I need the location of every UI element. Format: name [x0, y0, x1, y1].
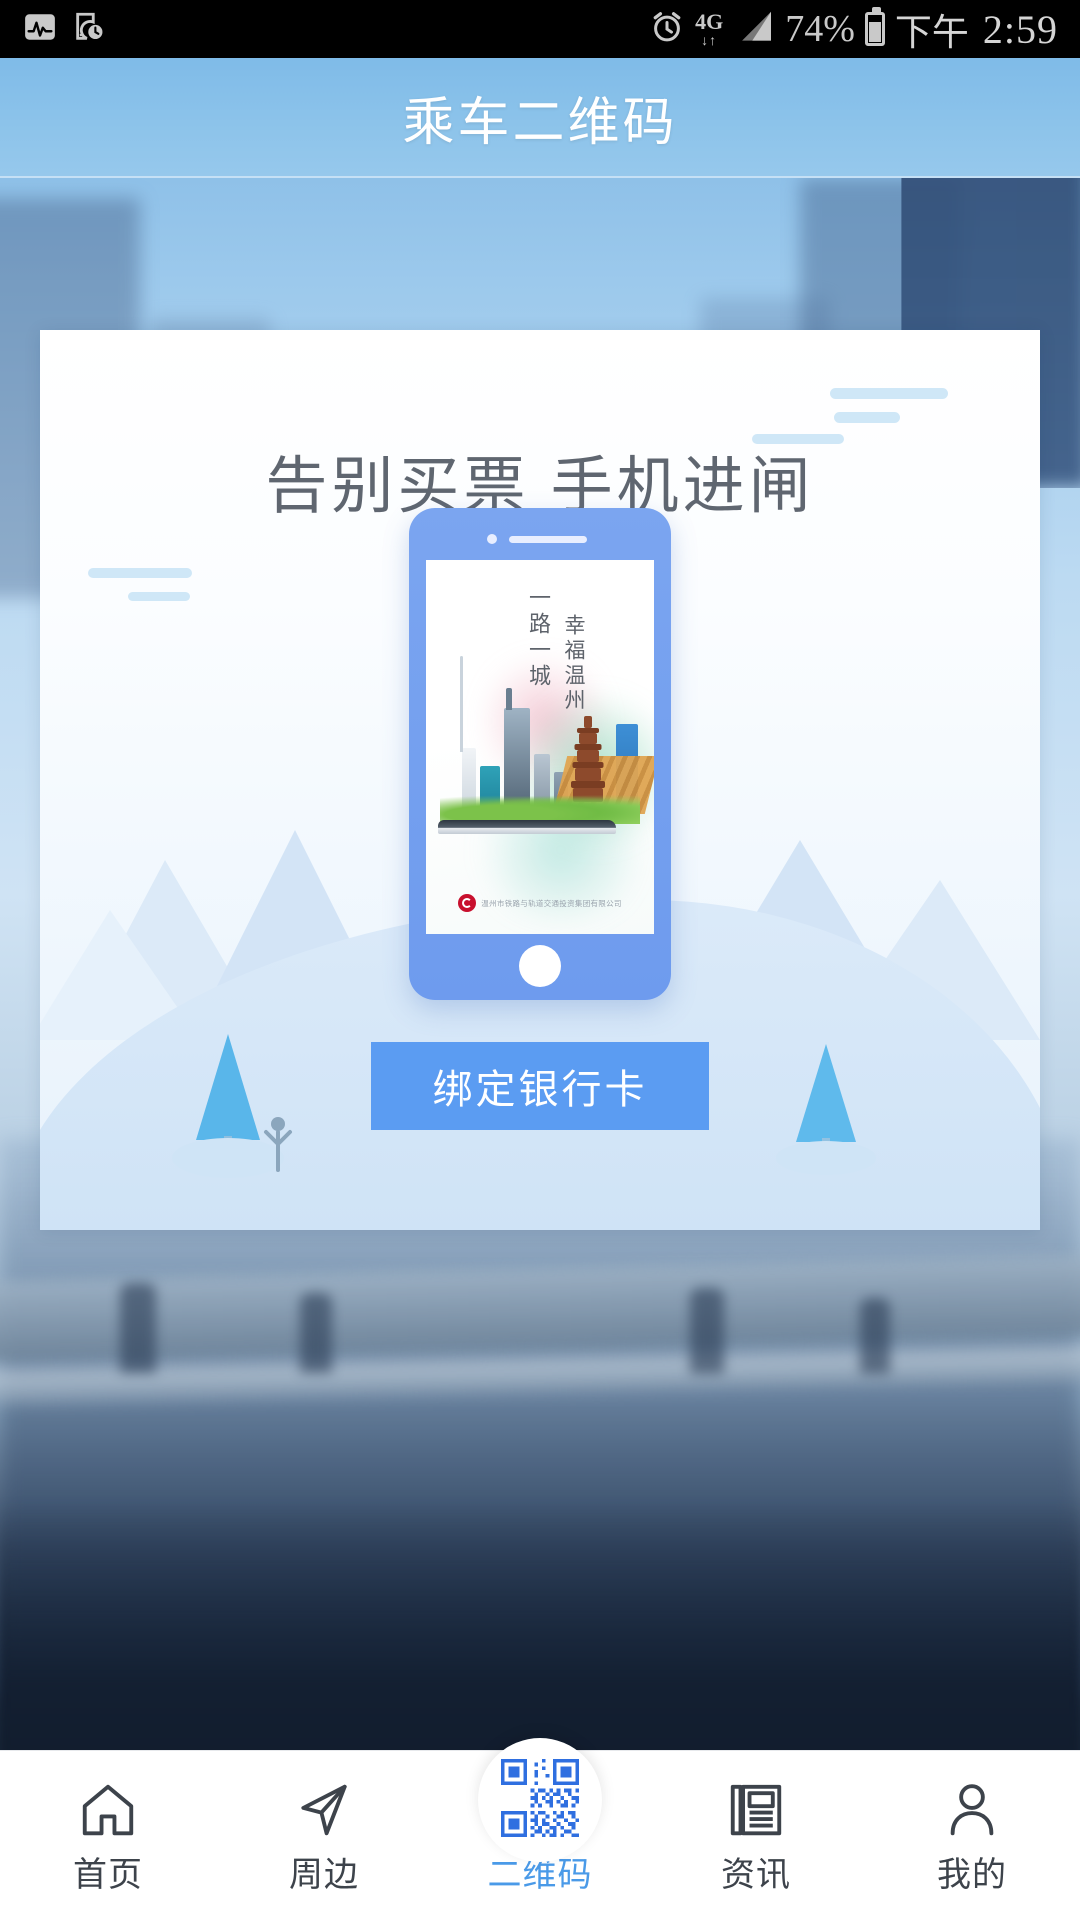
signal-bars-icon [733, 10, 775, 49]
paper-plane-icon [293, 1779, 355, 1841]
tab-profile-label: 我的 [937, 1856, 1007, 1894]
tab-news[interactable]: 资讯 [648, 1751, 864, 1920]
clock-time-label: 2:59 [982, 6, 1058, 52]
bg-person [860, 1298, 890, 1374]
news-icon [725, 1779, 787, 1841]
tab-nearby[interactable]: 周边 [216, 1751, 432, 1920]
app-root: 4G ↓↑ 74% 下午 2:59 乘车二维码 告别买票 手机进闸 一路一城 幸… [0, 0, 1080, 1920]
company-name-label: 温州市铁路与轨道交通投资集团有限公司 [481, 898, 622, 908]
status-bar: 4G ↓↑ 74% 下午 2:59 [0, 0, 1080, 58]
phone-speaker [509, 536, 587, 543]
pagoda-icon [568, 716, 608, 802]
tab-home[interactable]: 首页 [0, 1751, 216, 1920]
cloud-line-icon [830, 388, 948, 399]
cloud-line-icon [88, 568, 192, 578]
tab-qrcode[interactable]: 二维码 [432, 1738, 648, 1920]
promo-card: 告别买票 手机进闸 一路一城 幸福温州 温州市铁路与轨道交通投资集团有限公司 绑… [40, 330, 1040, 1230]
status-bar-right: 4G ↓↑ 74% 下午 2:59 [649, 2, 1058, 56]
page-header: 乘车二维码 [0, 58, 1080, 178]
network-arrows: ↓↑ [701, 32, 718, 48]
tab-profile[interactable]: 我的 [864, 1751, 1080, 1920]
phone-home-button [519, 945, 561, 987]
tab-home-label: 首页 [73, 1856, 143, 1894]
bg-person [120, 1283, 156, 1373]
home-icon [77, 1779, 139, 1841]
tab-nearby-label: 周边 [289, 1856, 359, 1894]
train-illustration [438, 820, 616, 834]
battery-percent-label: 74% [785, 8, 855, 50]
phone-clock-icon [72, 10, 106, 49]
bg-person [300, 1293, 332, 1373]
poster-company-row: 温州市铁路与轨道交通投资集团有限公司 [426, 894, 654, 912]
network-type-indicator: 4G ↓↑ [695, 9, 724, 48]
alarm-clock-icon [649, 9, 685, 50]
qr-code-icon [501, 1758, 579, 1842]
bottom-tab-bar: 首页 周边 二维码 资讯 我的 [0, 1738, 1080, 1920]
battery-icon [864, 7, 885, 46]
phone-camera-dot [487, 534, 497, 544]
company-logo-icon [458, 894, 477, 912]
tab-news-label: 资讯 [721, 1856, 791, 1894]
activity-monitor-icon [22, 10, 58, 49]
network-type-label: 4G [695, 9, 724, 34]
bg-person [690, 1288, 724, 1374]
city-skyline-illustration [434, 656, 654, 848]
cloud-line-icon [834, 412, 900, 423]
bind-bank-card-button[interactable]: 绑定银行卡 [371, 1042, 709, 1130]
clock-ampm-label: 下午 [894, 11, 969, 54]
phone-screen: 一路一城 幸福温州 温州市铁路与轨道交通投资集团有限公司 [426, 560, 654, 934]
qr-code-bubble[interactable] [478, 1738, 602, 1862]
page-title: 乘车二维码 [402, 93, 678, 152]
poster-vertical-text-1: 一路一城 [526, 586, 551, 690]
phone-mockup: 一路一城 幸福温州 温州市铁路与轨道交通投资集团有限公司 [409, 508, 671, 1000]
status-bar-left [22, 10, 106, 49]
person-icon [941, 1779, 1003, 1841]
cloud-line-icon [128, 592, 190, 601]
